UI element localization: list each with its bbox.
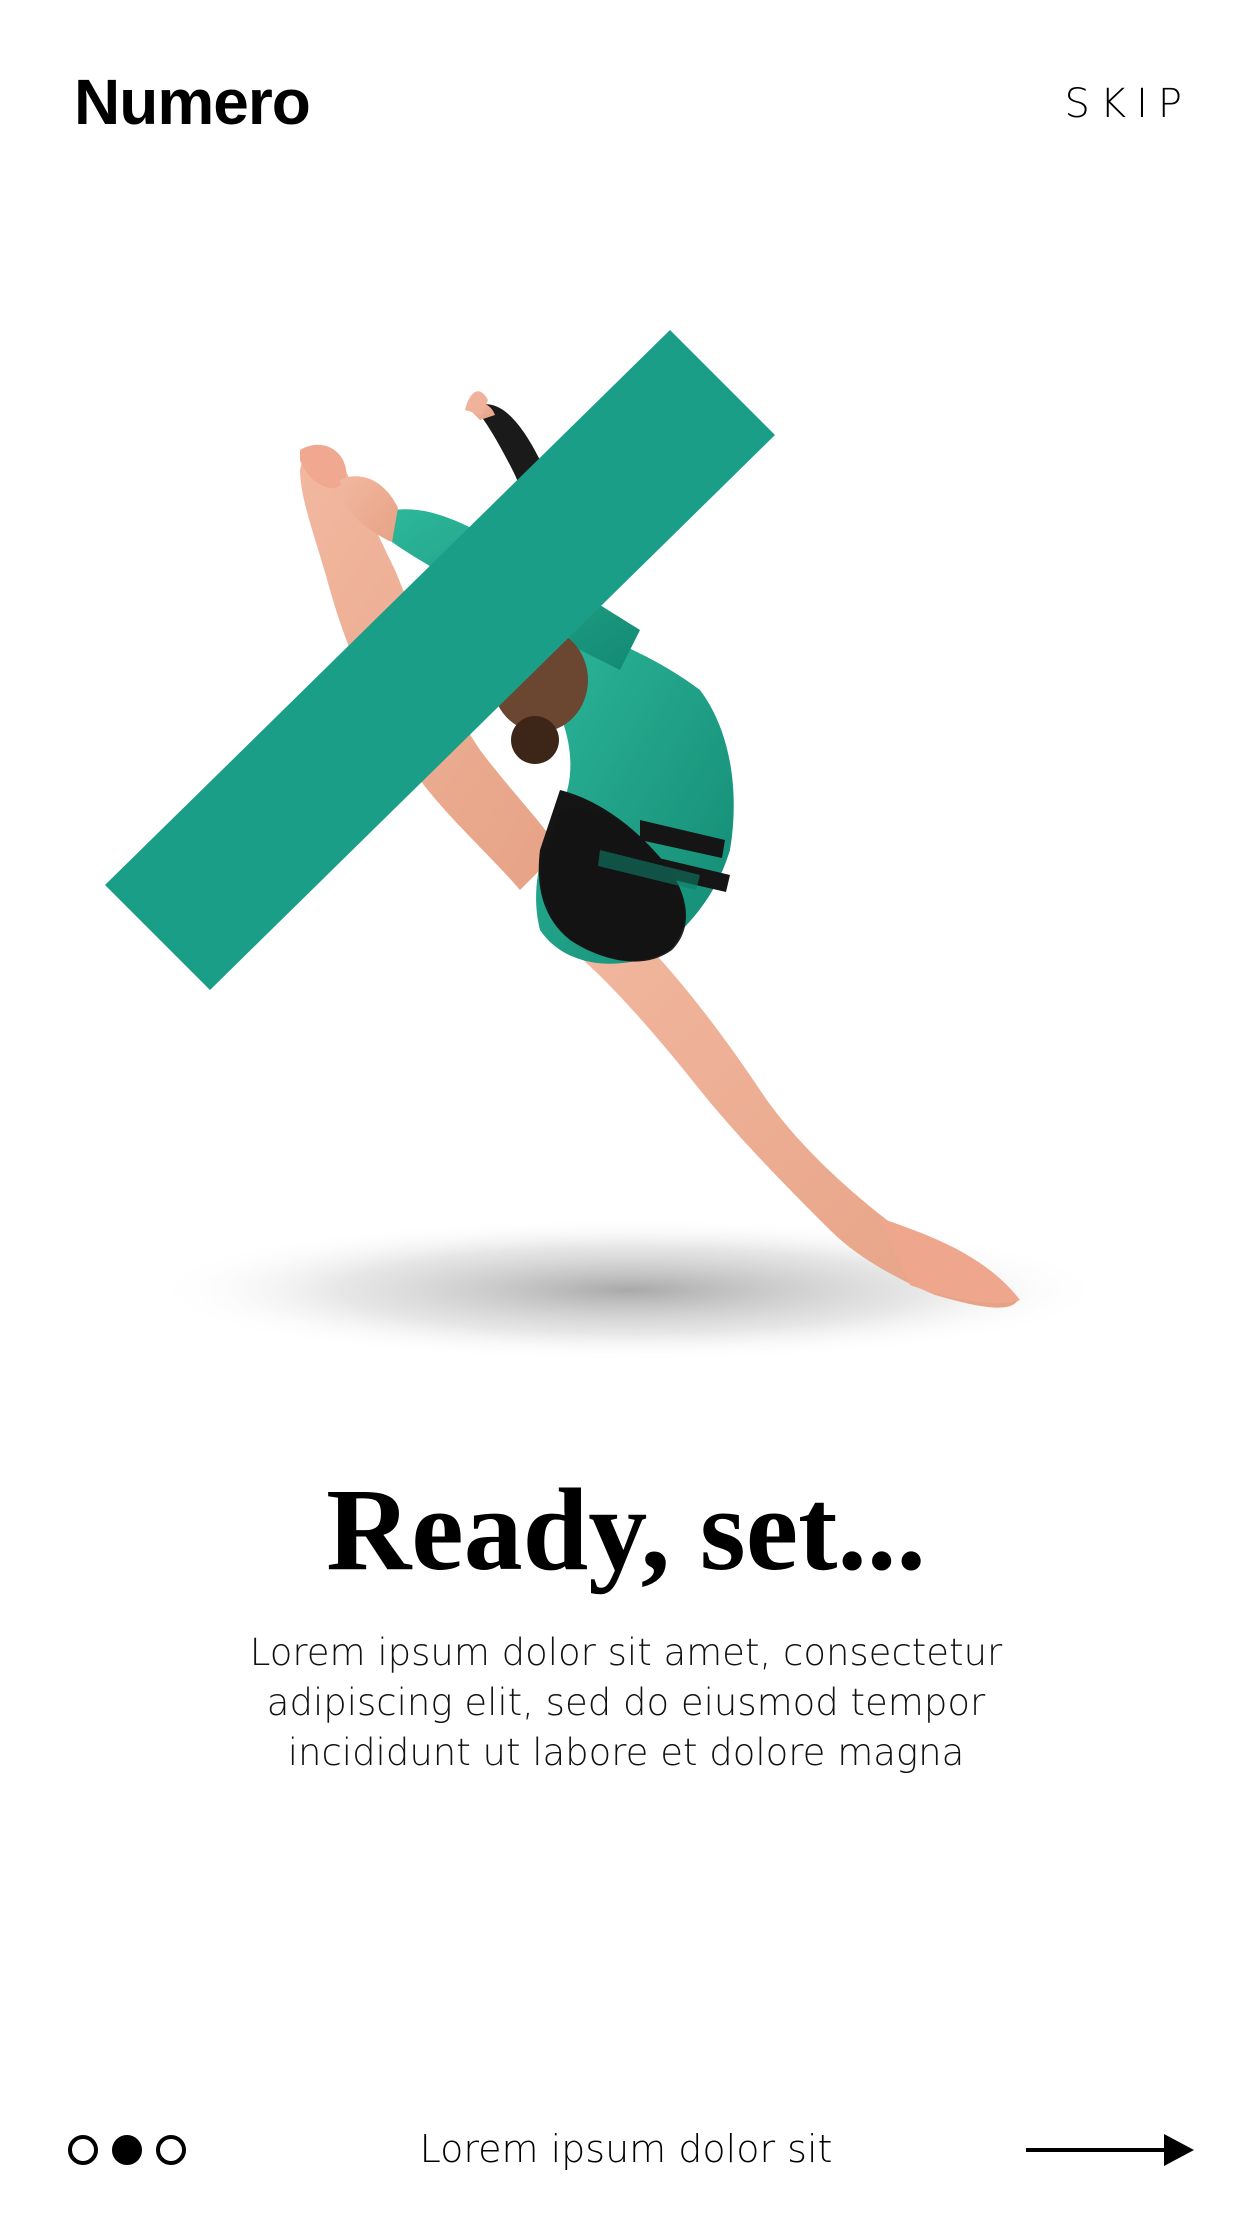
next-button[interactable]	[1026, 2126, 1196, 2174]
footer: Lorem ipsum dolor sit	[0, 2110, 1252, 2190]
pager-dot[interactable]	[156, 2135, 186, 2165]
hero-illustration	[0, 330, 1252, 1410]
page-description: Lorem ipsum dolor sit amet, consectetur …	[249, 1631, 1003, 1774]
gymnast-illustration	[105, 330, 1110, 1362]
header: Numero SKIP	[0, 0, 1252, 210]
skip-button[interactable]: SKIP	[1064, 78, 1192, 130]
page-title: Ready, set...	[326, 1464, 926, 1595]
pager-dot-active[interactable]	[112, 2135, 142, 2165]
pager-dot[interactable]	[68, 2135, 98, 2165]
pager-dots	[68, 2132, 186, 2168]
arrow-right-icon	[1026, 2134, 1194, 2166]
brand-logo: Numero	[74, 66, 311, 138]
